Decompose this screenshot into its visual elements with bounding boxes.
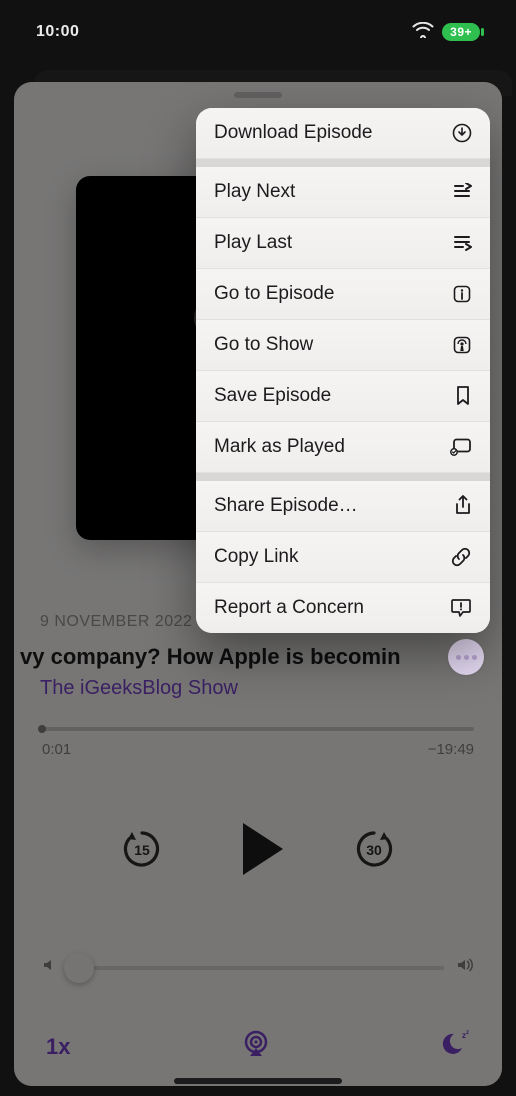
menu-play-last[interactable]: Play Last (196, 218, 490, 269)
share-icon (450, 495, 472, 517)
menu-label: Play Next (214, 181, 295, 203)
menu-go-to-episode[interactable]: Go to Episode (196, 269, 490, 320)
ellipsis-icon (456, 655, 477, 660)
menu-label: Copy Link (214, 546, 299, 568)
battery-badge: 39+ (442, 23, 480, 41)
played-icon (450, 438, 472, 456)
menu-download-episode[interactable]: Download Episode (196, 108, 490, 159)
menu-share-episode[interactable]: Share Episode… (196, 481, 490, 532)
now-playing-sheet: 9 NOVEMBER 2022 vy company? How Apple is… (14, 82, 502, 1086)
menu-mark-as-played[interactable]: Mark as Played (196, 422, 490, 473)
menu-label: Report a Concern (214, 597, 364, 619)
download-icon (450, 123, 472, 143)
menu-label: Play Last (214, 232, 292, 254)
wifi-icon (412, 22, 434, 43)
status-time: 10:00 (36, 23, 79, 41)
more-button[interactable] (448, 639, 484, 675)
menu-label: Save Episode (214, 385, 331, 407)
menu-label: Download Episode (214, 122, 372, 144)
menu-play-next[interactable]: Play Next (196, 167, 490, 218)
menu-label: Share Episode… (214, 495, 358, 517)
podcast-icon (450, 335, 472, 355)
info-icon (450, 284, 472, 304)
context-menu: Download Episode Play Next Play Last Go … (196, 108, 490, 633)
link-icon (450, 546, 472, 568)
menu-report-concern[interactable]: Report a Concern (196, 583, 490, 633)
menu-label: Mark as Played (214, 436, 345, 458)
play-last-icon (450, 234, 472, 252)
menu-label: Go to Episode (214, 283, 334, 305)
menu-copy-link[interactable]: Copy Link (196, 532, 490, 583)
status-bar: 10:00 39+ (0, 0, 516, 64)
menu-go-to-show[interactable]: Go to Show (196, 320, 490, 371)
home-indicator[interactable] (174, 1078, 342, 1084)
report-icon (450, 598, 472, 618)
play-next-icon (450, 183, 472, 201)
bookmark-icon (450, 385, 472, 407)
menu-save-episode[interactable]: Save Episode (196, 371, 490, 422)
menu-label: Go to Show (214, 334, 313, 356)
